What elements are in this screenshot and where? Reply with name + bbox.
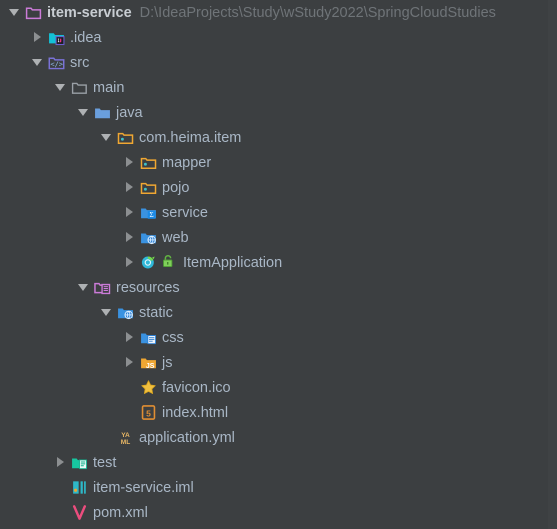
folder-plain-icon: [71, 79, 88, 96]
tree-row[interactable]: com.heima.item: [0, 125, 557, 150]
chevron-right-icon[interactable]: [123, 256, 136, 269]
tree-row-label: resources: [116, 279, 180, 296]
tree-row-label: src: [70, 54, 90, 71]
svg-text:</>: </>: [50, 60, 63, 69]
tree-row[interactable]: favicon.ico: [0, 375, 557, 400]
svg-text:ML: ML: [121, 439, 131, 446]
project-tree-panel[interactable]: item-service D:\IdeaProjects\Study\wStudy…: [0, 0, 557, 529]
tree-row[interactable]: item-service.iml: [0, 475, 557, 500]
star-icon: [140, 379, 157, 396]
tree-row[interactable]: .idea: [0, 25, 557, 50]
tree-row-label: com.heima.item: [139, 129, 242, 146]
chevron-right-icon[interactable]: [123, 356, 136, 369]
tree-row[interactable]: YA ML application.yml: [0, 425, 557, 450]
folder-css-icon: [140, 329, 157, 346]
chevron-right-icon[interactable]: [123, 181, 136, 194]
maven-pom-icon: [71, 504, 88, 521]
tree-row[interactable]: Σservice: [0, 200, 557, 225]
tree-row-label: test: [93, 454, 117, 471]
yaml-file-icon: YA ML: [117, 429, 134, 446]
folder-sources-root-icon: </>: [48, 54, 65, 71]
tree-row-label: ItemApplication: [183, 254, 283, 271]
tree-row[interactable]: java: [0, 100, 557, 125]
tree-row[interactable]: pojo: [0, 175, 557, 200]
folder-resources-root-icon: [94, 279, 111, 296]
html5-file-icon: 5: [140, 404, 157, 421]
chevron-right-icon[interactable]: [123, 231, 136, 244]
chevron-down-icon[interactable]: [100, 306, 113, 319]
tree-row-label: service: [162, 204, 208, 221]
tree-row-label: mapper: [162, 154, 212, 171]
chevron-down-icon[interactable]: [8, 6, 21, 19]
iml-file-icon: [71, 479, 88, 496]
tree-row-label: item-service.iml: [93, 479, 194, 496]
tree-row-label: static: [139, 304, 173, 321]
tree-row[interactable]: static: [0, 300, 557, 325]
tree-row-label: pojo: [162, 179, 190, 196]
tree-row-label: main: [93, 79, 125, 96]
chevron-down-icon[interactable]: [77, 106, 90, 119]
chevron-down-icon[interactable]: [31, 56, 44, 69]
folder-web-icon: [140, 229, 157, 246]
lock-public-icon: [162, 254, 175, 271]
tree-row[interactable]: 5 index.html: [0, 400, 557, 425]
tree-row[interactable]: </> src: [0, 50, 557, 75]
folder-service-icon: Σ: [140, 204, 157, 221]
tree-row-label: item-service: [47, 4, 132, 21]
folder-test-root-icon: [71, 454, 88, 471]
package-icon: [117, 129, 134, 146]
tree-row[interactable]: css: [0, 325, 557, 350]
tree-row-label: index.html: [162, 404, 229, 421]
tree-row[interactable]: mapper: [0, 150, 557, 175]
chevron-down-icon[interactable]: [100, 131, 113, 144]
folder-module-root-icon: [25, 4, 42, 21]
tree-row[interactable]: ItemApplication: [0, 250, 557, 275]
chevron-down-icon[interactable]: [54, 81, 67, 94]
chevron-right-icon[interactable]: [123, 206, 136, 219]
chevron-right-icon[interactable]: [31, 31, 44, 44]
package-icon: [140, 179, 157, 196]
chevron-right-icon[interactable]: [123, 331, 136, 344]
tree-row[interactable]: pom.xml: [0, 500, 557, 525]
svg-text:Σ: Σ: [149, 211, 153, 219]
chevron-down-icon[interactable]: [77, 281, 90, 294]
tree-row[interactable]: item-service D:\IdeaProjects\Study\wStudy…: [0, 0, 557, 25]
tree-row-label: application.yml: [139, 429, 235, 446]
tree-row-label: css: [162, 329, 184, 346]
tree-row-label: java: [116, 104, 143, 121]
tree-row-label: favicon.ico: [162, 379, 231, 396]
svg-text:JS: JS: [146, 363, 155, 370]
tree-row[interactable]: resources: [0, 275, 557, 300]
tree-row[interactable]: test: [0, 450, 557, 475]
project-location-path: D:\IdeaProjects\Study\wStudy2022\SpringC…: [139, 4, 496, 21]
chevron-right-icon[interactable]: [123, 156, 136, 169]
tree-row-label: web: [162, 229, 189, 246]
tree-row[interactable]: main: [0, 75, 557, 100]
svg-text:5: 5: [146, 408, 151, 418]
package-icon: [140, 154, 157, 171]
tree-row-label: pom.xml: [93, 504, 148, 521]
tree-row-label: js: [162, 354, 173, 371]
folder-js-icon: JS: [140, 354, 157, 371]
folder-idea-icon: [48, 29, 65, 46]
tree-row[interactable]: JS js: [0, 350, 557, 375]
tree-row[interactable]: web: [0, 225, 557, 250]
folder-java-source-icon: [94, 104, 111, 121]
chevron-right-icon[interactable]: [54, 456, 67, 469]
tree-row-label: .idea: [70, 29, 102, 46]
folder-web-icon: [117, 304, 134, 321]
spring-boot-class-icon: [140, 254, 157, 271]
